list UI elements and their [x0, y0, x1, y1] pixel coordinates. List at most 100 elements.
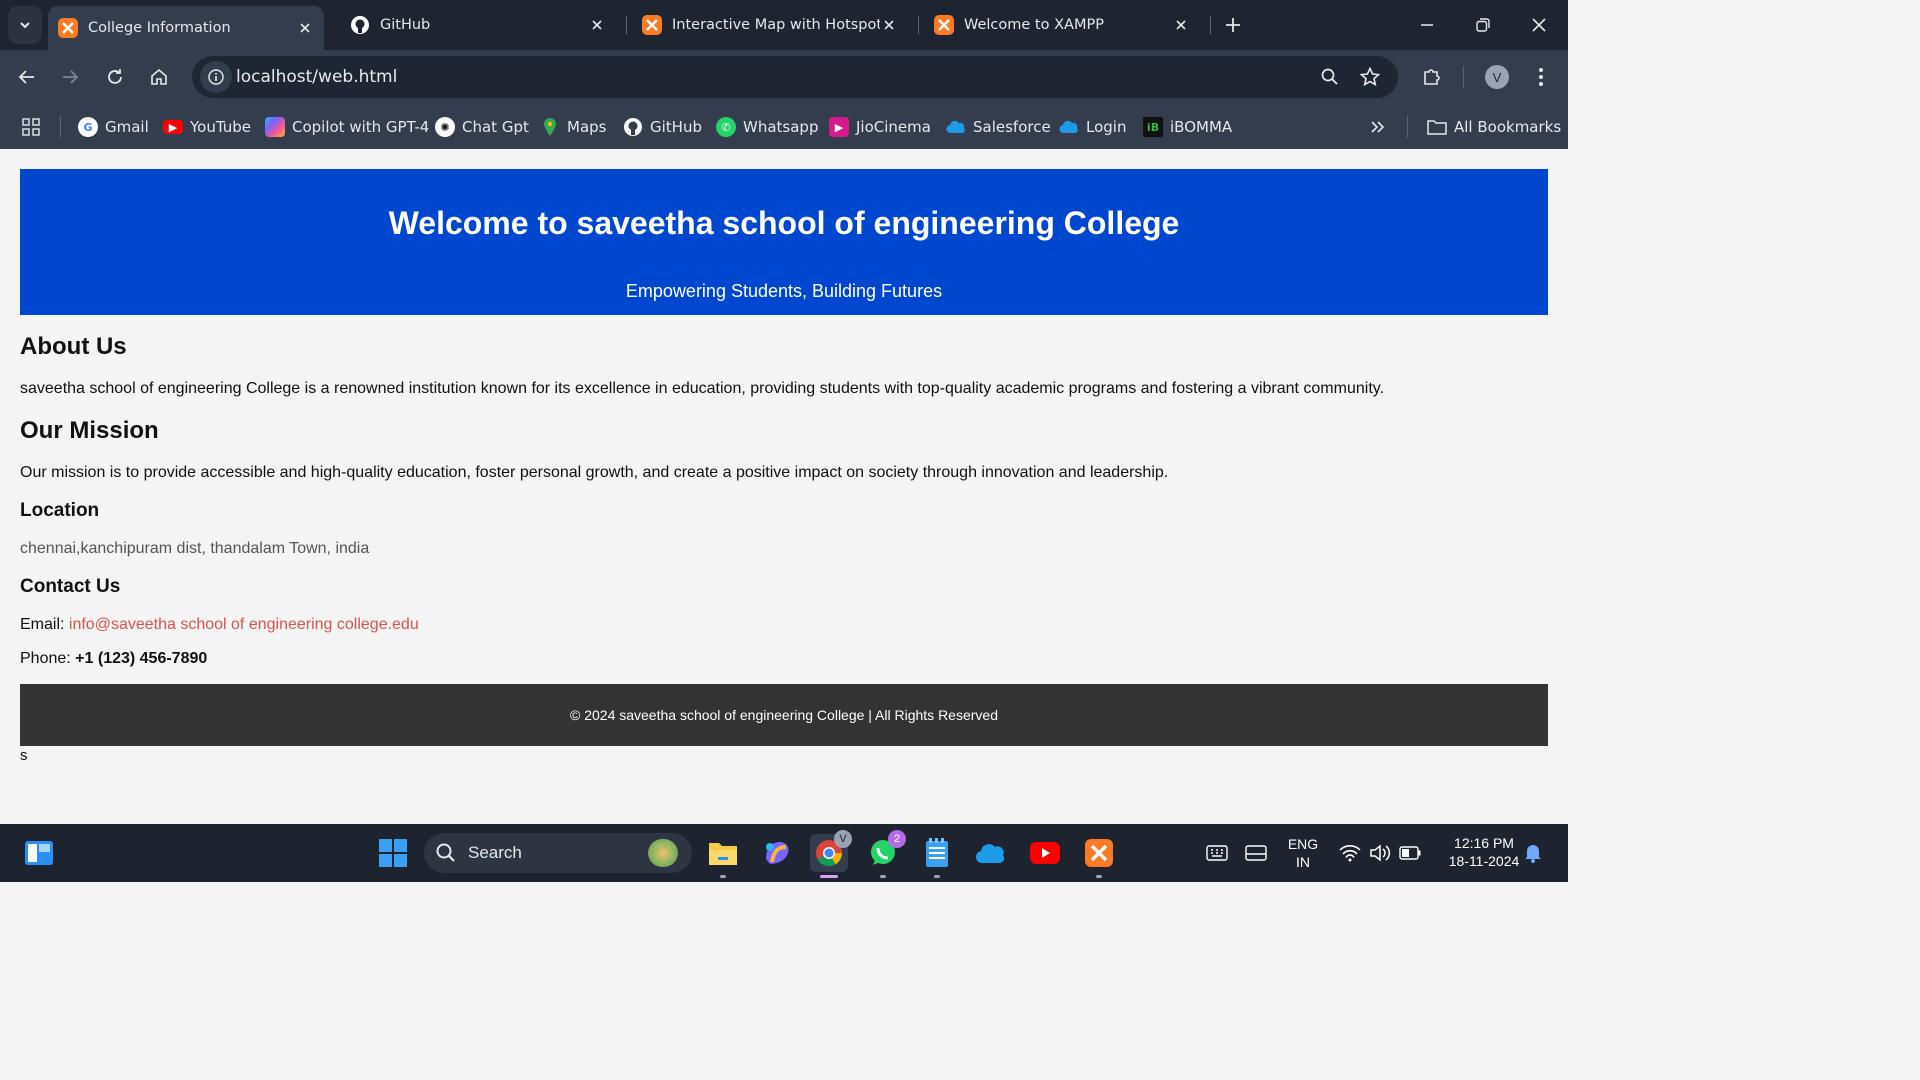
- search-highlight-icon: [648, 839, 678, 867]
- forward-button[interactable]: [56, 63, 84, 91]
- address-bar[interactable]: localhost/web.html: [192, 56, 1398, 98]
- apps-button[interactable]: [22, 115, 40, 139]
- bookmark-login[interactable]: Login: [1059, 115, 1126, 139]
- youtube-icon: [1030, 842, 1060, 864]
- bookmark-label: JioCinema: [856, 118, 931, 136]
- tab-separator: [626, 16, 627, 34]
- more-bookmarks-button[interactable]: [1370, 115, 1386, 139]
- folder-icon: [1427, 117, 1447, 137]
- notifications-button[interactable]: [1516, 834, 1550, 872]
- reload-button[interactable]: [101, 63, 129, 91]
- bookmark-whatsapp[interactable]: ✆ Whatsapp: [716, 115, 818, 139]
- location-heading: Location: [20, 500, 100, 521]
- minimize-button[interactable]: [1414, 12, 1440, 38]
- taskbar-search[interactable]: Search: [424, 833, 692, 873]
- contact-heading: Contact Us: [20, 576, 121, 597]
- close-icon[interactable]: [1172, 16, 1190, 34]
- phone-label: Phone:: [20, 650, 71, 667]
- copilot-icon: [766, 842, 789, 864]
- mission-heading: Our Mission: [20, 417, 159, 444]
- taskbar-notepad[interactable]: [918, 834, 956, 878]
- taskbar-salesforce[interactable]: [972, 834, 1010, 872]
- page-footer: © 2024 saveetha school of engineering Co…: [20, 684, 1548, 746]
- web-page: Welcome to saveetha school of engineerin…: [0, 149, 1568, 824]
- touch-keyboard-button[interactable]: [1198, 834, 1236, 872]
- phone-value: +1 (123) 456-7890: [75, 650, 208, 667]
- restore-button[interactable]: [1470, 12, 1496, 38]
- bookmark-github[interactable]: GitHub: [623, 115, 702, 139]
- stray-text: s: [20, 747, 28, 764]
- close-icon[interactable]: [296, 19, 314, 37]
- tab-college-information[interactable]: College Information: [48, 6, 324, 50]
- active-indicator: [820, 875, 838, 878]
- about-heading: About Us: [20, 333, 127, 360]
- widgets-button[interactable]: [20, 834, 58, 872]
- tab-separator: [918, 16, 919, 34]
- xampp-icon: [934, 15, 954, 35]
- all-bookmarks-button[interactable]: All Bookmarks: [1427, 115, 1561, 139]
- tab-title: Welcome to XAMPP: [964, 17, 1104, 33]
- tab-search-button[interactable]: [8, 6, 42, 44]
- taskbar-copilot[interactable]: [758, 834, 796, 872]
- bookmark-gmail[interactable]: G Gmail: [78, 115, 149, 139]
- url-text[interactable]: localhost/web.html: [236, 67, 397, 87]
- quick-settings-button[interactable]: [1330, 834, 1430, 872]
- bookmark-label: Chat Gpt: [462, 118, 529, 136]
- start-button[interactable]: [374, 834, 412, 872]
- bookmark-jiocinema[interactable]: ▶ JioCinema: [829, 115, 931, 139]
- bookmarks-separator: [1407, 116, 1408, 138]
- profile-badge: V: [834, 830, 852, 848]
- bookmark-chatgpt[interactable]: ✺ Chat Gpt: [435, 115, 529, 139]
- windows-icon: [379, 839, 407, 867]
- language-code: ENG: [1287, 836, 1319, 852]
- profile-avatar[interactable]: V: [1485, 65, 1509, 89]
- page-header: Welcome to saveetha school of engineerin…: [20, 169, 1548, 315]
- bookmark-label: Copilot with GPT-4: [292, 118, 430, 136]
- tab-welcome-xampp[interactable]: Welcome to XAMPP: [924, 6, 1200, 44]
- bookmark-ibomma[interactable]: iB iBOMMA: [1143, 115, 1232, 139]
- running-indicator: [1096, 875, 1102, 878]
- bookmark-salesforce[interactable]: Salesforce: [946, 115, 1051, 139]
- notepad-icon: [926, 838, 948, 867]
- home-button[interactable]: [145, 63, 173, 91]
- back-button[interactable]: [13, 63, 41, 91]
- bookmark-label: GitHub: [650, 118, 702, 136]
- bookmark-copilot[interactable]: Copilot with GPT-4: [265, 115, 429, 139]
- pen-menu-icon: [1245, 845, 1267, 861]
- input-language[interactable]: ENG IN: [1285, 835, 1321, 871]
- email-label: Email:: [20, 616, 65, 633]
- taskbar-file-explorer[interactable]: [704, 834, 742, 878]
- menu-button[interactable]: [1527, 63, 1555, 91]
- bookmark-label: Gmail: [105, 118, 149, 136]
- bookmark-maps[interactable]: Maps: [540, 115, 606, 139]
- xampp-icon: [58, 18, 78, 38]
- close-icon[interactable]: [588, 16, 606, 34]
- jiocinema-icon: ▶: [829, 117, 849, 137]
- battery-icon: [1399, 846, 1421, 860]
- taskbar-xampp[interactable]: [1080, 834, 1118, 878]
- site-info-icon[interactable]: [200, 61, 232, 93]
- footer-text: © 2024 saveetha school of engineering Co…: [570, 707, 998, 723]
- bookmark-youtube[interactable]: ▶ YouTube: [163, 115, 251, 139]
- bookmarks-separator: [60, 116, 61, 138]
- tab-strip: College Information GitHub Interactive M…: [0, 0, 1568, 50]
- more-vertical-icon: [1539, 68, 1543, 86]
- close-icon[interactable]: [880, 16, 898, 34]
- tablet-mode-button[interactable]: [1237, 834, 1275, 872]
- tab-interactive-map[interactable]: Interactive Map with Hotspots: [632, 6, 908, 44]
- extensions-button[interactable]: [1418, 63, 1446, 91]
- bookmark-label: Salesforce: [973, 118, 1051, 136]
- email-link[interactable]: info@saveetha school of engineering coll…: [69, 616, 419, 633]
- bookmark-star-button[interactable]: [1356, 63, 1384, 91]
- taskbar-chrome[interactable]: V: [810, 830, 852, 878]
- close-window-button[interactable]: [1526, 12, 1552, 38]
- taskbar-youtube[interactable]: [1026, 834, 1064, 872]
- tab-title: Interactive Map with Hotspots: [672, 17, 880, 33]
- tab-title: College Information: [88, 20, 231, 36]
- tab-github[interactable]: GitHub: [340, 6, 616, 44]
- maps-icon: [540, 117, 560, 137]
- taskbar-whatsapp[interactable]: 2: [864, 830, 906, 878]
- restore-icon: [1476, 18, 1490, 32]
- new-tab-button[interactable]: [1220, 12, 1246, 38]
- zoom-button[interactable]: [1316, 63, 1344, 91]
